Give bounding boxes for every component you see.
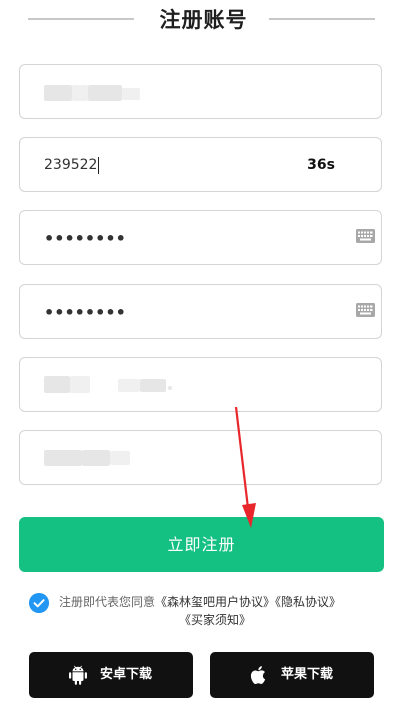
- page-header: 注册账号: [0, 0, 407, 40]
- register-button[interactable]: 立即注册: [19, 517, 384, 572]
- verification-code-field[interactable]: 239522 36s: [19, 137, 382, 192]
- password-field[interactable]: ••••••••: [19, 210, 382, 265]
- ios-download-label: 苹果下载: [281, 667, 334, 682]
- agreement-prefix: 注册即代表您同意: [59, 595, 156, 609]
- header-divider-right: [269, 18, 375, 20]
- confirm-password-input[interactable]: ••••••••: [44, 285, 126, 340]
- redacted-value: [82, 450, 110, 466]
- resend-countdown[interactable]: 36s: [307, 138, 335, 193]
- redacted-value: [140, 379, 166, 392]
- privacy-agreement-link[interactable]: 《隐私协议》: [275, 595, 341, 609]
- buyer-notice-link[interactable]: 《买家须知》: [179, 613, 251, 627]
- android-download-label: 安卓下载: [100, 667, 153, 682]
- code-input[interactable]: 239522: [44, 138, 100, 193]
- agreement-text: 注册即代表您同意《森林玺吧用户协议》《隐私协议》 《买家须知》: [59, 593, 377, 629]
- ios-download-button[interactable]: 苹果下载: [210, 652, 374, 698]
- android-download-button[interactable]: 安卓下载: [29, 652, 193, 698]
- apple-icon: [250, 666, 266, 684]
- redacted-value: [44, 376, 70, 393]
- redacted-value: [118, 379, 140, 392]
- user-agreement-link[interactable]: 《森林玺吧用户协议》: [155, 595, 275, 609]
- text-caret: [98, 156, 100, 174]
- redacted-value: [70, 376, 90, 393]
- confirm-password-field[interactable]: ••••••••: [19, 284, 382, 339]
- phone-field[interactable]: [19, 64, 382, 119]
- password-input[interactable]: ••••••••: [44, 211, 126, 266]
- redacted-value: [72, 85, 88, 101]
- redacted-value: [44, 85, 72, 101]
- checkbox-checked-icon[interactable]: [29, 593, 49, 613]
- nickname-field[interactable]: [19, 357, 382, 412]
- keyboard-icon[interactable]: [356, 303, 375, 317]
- redacted-value: [110, 451, 130, 465]
- redacted-value: [168, 386, 172, 390]
- redacted-value: [44, 450, 82, 466]
- android-icon: [69, 665, 87, 685]
- invite-code-field[interactable]: [19, 430, 382, 485]
- redacted-value: [88, 85, 122, 101]
- redacted-value: [122, 88, 140, 100]
- keyboard-icon[interactable]: [356, 229, 375, 243]
